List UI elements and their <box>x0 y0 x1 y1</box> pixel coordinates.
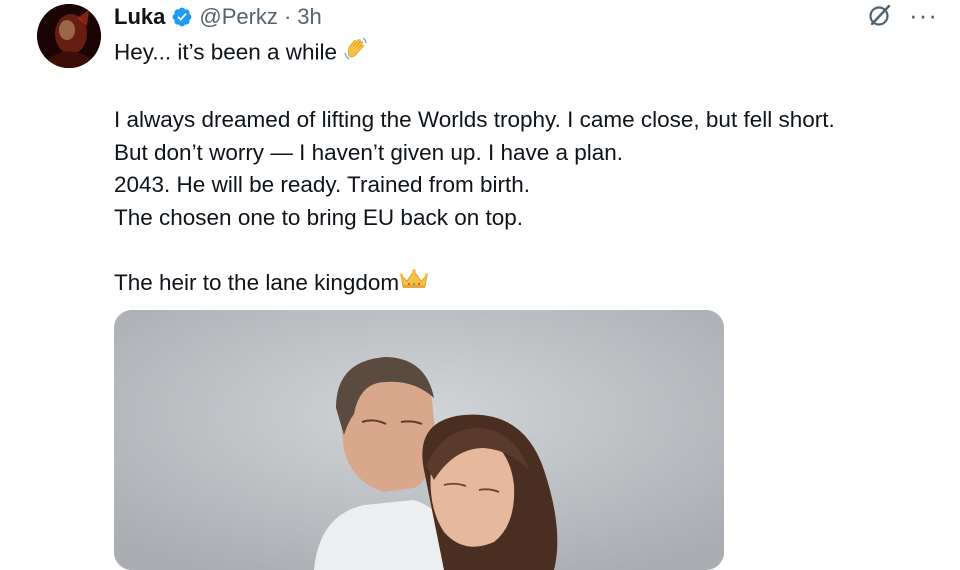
crown-emoji <box>399 267 429 301</box>
tweet-header: Luka @Perkz · 3h <box>114 3 322 31</box>
waving-hand-emoji <box>343 36 369 72</box>
handle[interactable]: @Perkz <box>199 4 278 30</box>
tweet-line-3: I always dreamed of lifting the Worlds t… <box>114 107 835 132</box>
tweet-line-5: 2043. He will be ready. Trained from bir… <box>114 172 531 197</box>
timestamp[interactable]: 3h <box>297 4 321 30</box>
tweet-line-6: The chosen one to bring EU back on top. <box>114 204 524 230</box>
grok-slash-icon[interactable] <box>867 2 893 28</box>
verified-badge-icon[interactable] <box>171 6 193 28</box>
tweet-line-8: The heir to the lane kingdom <box>114 267 934 301</box>
tweet-actions: ··· <box>867 2 938 28</box>
more-options-icon[interactable]: ··· <box>909 2 938 28</box>
tweet-line-4: But don’t worry — I haven’t given up. I … <box>114 139 624 165</box>
avatar[interactable] <box>37 4 101 68</box>
avatar-image <box>37 4 101 68</box>
tweet-line-1: Hey... it’s been a while <box>114 36 934 72</box>
photo-couple <box>114 310 724 570</box>
separator-dot: · <box>283 4 292 29</box>
tweet-text: Hey... it’s been a while I always dreame… <box>114 36 934 300</box>
display-name[interactable]: Luka <box>114 4 165 30</box>
tweet-media-photo[interactable] <box>114 310 724 570</box>
